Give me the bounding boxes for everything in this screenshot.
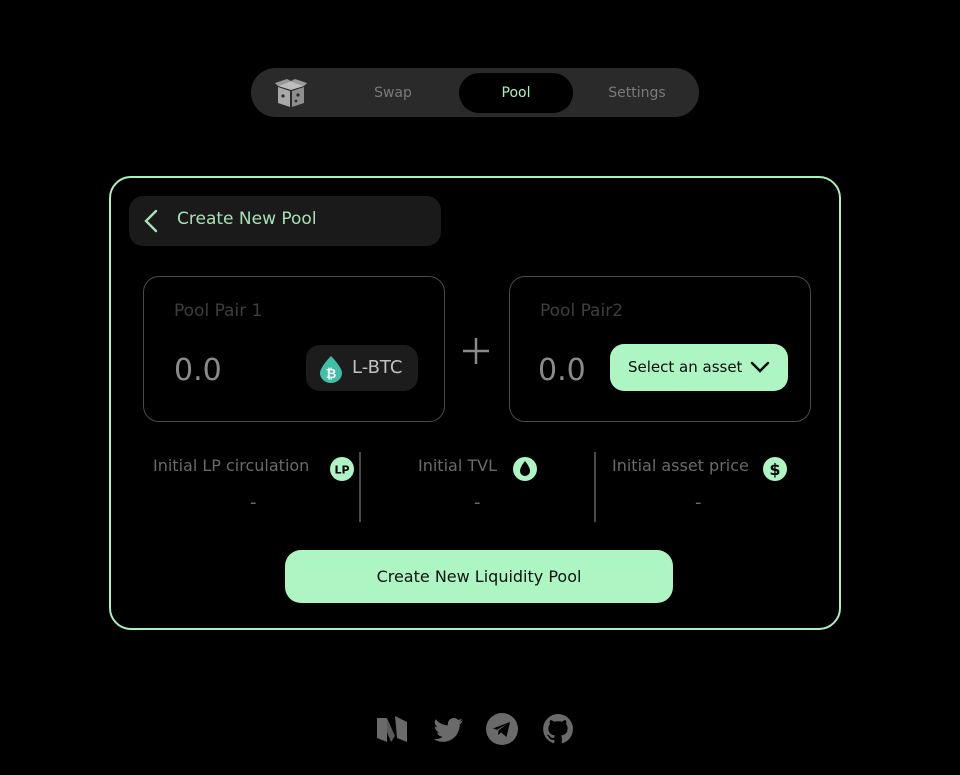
stat-initial-asset-price: Initial asset price $ - — [612, 456, 802, 526]
drop-icon — [513, 457, 537, 481]
stat-label: Initial asset price — [612, 456, 749, 475]
stat-initial-tvl: Initial TVL - — [418, 456, 558, 526]
tab-settings[interactable]: Settings — [587, 73, 687, 113]
svg-text:$: $ — [769, 460, 780, 479]
stat-value: - — [250, 492, 257, 513]
select-asset-button[interactable]: Select an asset — [610, 344, 788, 391]
svg-text:LP: LP — [334, 464, 349, 477]
twitter-icon[interactable] — [432, 712, 466, 746]
stat-label: Initial LP circulation — [153, 456, 310, 475]
pool-pair-2-amount-input[interactable]: 0.0 — [538, 353, 586, 388]
asset-chip-lbtc[interactable]: ₿ L-BTC — [306, 345, 418, 391]
pool-pair-1-label: Pool Pair 1 — [174, 301, 263, 321]
select-asset-label: Select an asset — [628, 358, 743, 376]
pool-pair-1: Pool Pair 1 0.0 ₿ L-BTC — [143, 276, 445, 422]
tab-swap[interactable]: Swap — [343, 73, 443, 113]
back-header[interactable]: Create New Pool — [129, 196, 441, 246]
box-icon[interactable] — [273, 77, 309, 109]
github-icon[interactable] — [541, 712, 575, 746]
chevron-left-icon[interactable] — [143, 209, 159, 233]
chevron-down-icon — [750, 361, 770, 373]
stat-initial-lp-circulation: Initial LP circulation LP - — [153, 456, 363, 526]
pool-pair-1-amount-input[interactable]: 0.0 — [174, 353, 222, 388]
pool-pair-2-label: Pool Pair2 — [540, 301, 624, 321]
asset-symbol: L-BTC — [352, 357, 403, 378]
stat-divider — [594, 452, 596, 522]
stat-divider — [359, 452, 361, 522]
lp-icon: LP — [330, 457, 354, 481]
create-liquidity-pool-button[interactable]: Create New Liquidity Pool — [285, 550, 673, 603]
bitcoin-drop-icon: ₿ — [320, 356, 342, 383]
page-title: Create New Pool — [177, 209, 317, 229]
medium-icon[interactable] — [375, 712, 409, 746]
pool-pair-2: Pool Pair2 0.0 Select an asset — [509, 276, 811, 422]
top-nav: Swap Pool Settings — [251, 68, 699, 117]
stat-value: - — [695, 492, 702, 513]
create-pool-card: Create New Pool Pool Pair 1 0.0 ₿ L-BTC … — [109, 176, 841, 630]
plus-icon — [463, 338, 489, 364]
telegram-icon[interactable] — [485, 712, 519, 746]
tab-pool[interactable]: Pool — [459, 73, 573, 113]
stat-value: - — [474, 492, 481, 513]
dollar-icon: $ — [763, 457, 787, 481]
svg-text:₿: ₿ — [326, 367, 337, 382]
stat-label: Initial TVL — [418, 456, 497, 475]
